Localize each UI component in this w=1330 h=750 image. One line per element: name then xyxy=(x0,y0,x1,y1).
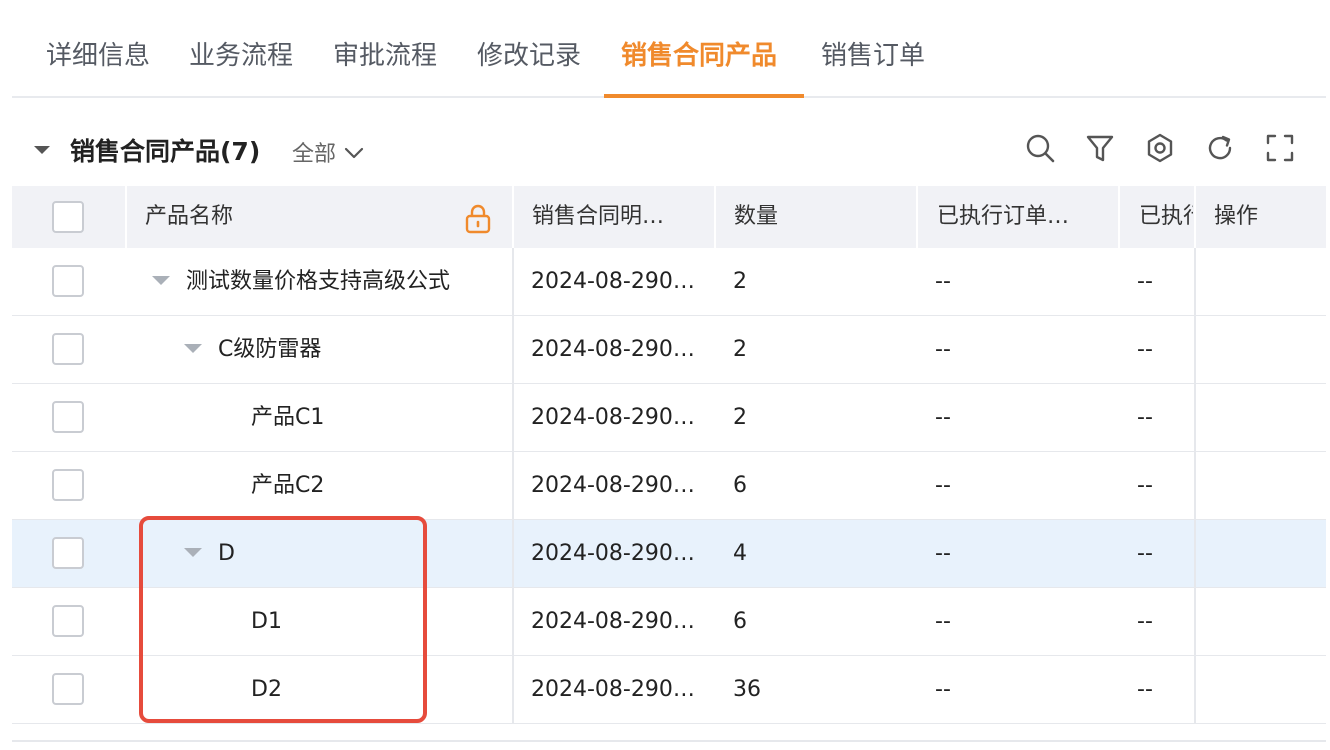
quantity-cell: 2 xyxy=(733,269,747,294)
contract-detail-cell: 2024-08-290… xyxy=(531,677,695,702)
column-separator xyxy=(916,186,918,248)
column-divider xyxy=(512,248,514,724)
table-row-selected[interactable]: D 2024-08-290… 4 -- -- xyxy=(12,520,1326,588)
executed-short-cell: -- xyxy=(1137,541,1153,566)
tab-details[interactable]: 详细信息 xyxy=(46,0,150,96)
executed-short-cell: -- xyxy=(1137,609,1153,634)
table-row[interactable]: C级防雷器 2024-08-290… 2 -- -- xyxy=(12,316,1326,384)
contract-detail-cell: 2024-08-290… xyxy=(531,541,695,566)
tab-approval-process[interactable]: 审批流程 xyxy=(333,0,437,96)
filter-icon[interactable] xyxy=(1084,132,1116,164)
quantity-cell: 4 xyxy=(733,541,747,566)
search-icon[interactable] xyxy=(1024,132,1056,164)
contract-detail-cell: 2024-08-290… xyxy=(531,269,695,294)
row-checkbox[interactable] xyxy=(52,265,84,297)
product-name: D xyxy=(218,541,235,566)
quantity-cell: 6 xyxy=(733,609,747,634)
executed-order-cell: -- xyxy=(935,269,951,294)
filter-select-value: 全部 xyxy=(292,142,337,167)
executed-short-cell: -- xyxy=(1137,269,1153,294)
column-separator xyxy=(1118,186,1120,248)
chevron-down-icon xyxy=(344,140,364,165)
row-checkbox[interactable] xyxy=(52,537,84,569)
table-row[interactable]: D2 2024-08-290… 36 -- -- xyxy=(12,656,1326,724)
table-row[interactable]: 产品C2 2024-08-290… 6 -- -- xyxy=(12,452,1326,520)
product-name: C级防雷器 xyxy=(218,337,322,362)
contract-detail-cell: 2024-08-290… xyxy=(531,405,695,430)
header-contract-detail[interactable]: 销售合同明… xyxy=(532,186,712,248)
executed-short-cell: -- xyxy=(1137,405,1153,430)
product-name-cell: 产品C2 xyxy=(251,473,325,498)
refresh-icon[interactable] xyxy=(1204,132,1236,164)
product-name-cell: 测试数量价格支持高级公式 xyxy=(152,248,502,315)
quantity-cell: 6 xyxy=(733,473,747,498)
table-row[interactable]: D1 2024-08-290… 6 -- -- xyxy=(12,588,1326,656)
select-all-checkbox[interactable] xyxy=(52,201,84,233)
tab-sales-orders[interactable]: 销售订单 xyxy=(821,0,925,96)
executed-order-cell: -- xyxy=(935,337,951,362)
quantity-cell: 36 xyxy=(733,677,761,702)
tree-expand-icon[interactable] xyxy=(184,344,202,353)
quantity-cell: 2 xyxy=(733,405,747,430)
collapse-caret-icon[interactable] xyxy=(34,146,50,154)
tab-sales-contract-products[interactable]: 销售合同产品 xyxy=(621,0,777,96)
table-row[interactable]: 测试数量价格支持高级公式 2024-08-290… 2 -- -- xyxy=(12,248,1326,316)
column-separator xyxy=(714,186,716,248)
lock-icon[interactable] xyxy=(464,204,492,238)
tab-change-log[interactable]: 修改记录 xyxy=(477,0,581,96)
row-checkbox[interactable] xyxy=(52,401,84,433)
header-product-name[interactable]: 产品名称 xyxy=(145,186,445,248)
header-executed-order[interactable]: 已执行订单… xyxy=(937,186,1117,248)
executed-order-cell: -- xyxy=(935,609,951,634)
settings-icon[interactable] xyxy=(1144,132,1176,164)
fullscreen-icon[interactable] xyxy=(1264,132,1296,164)
column-separator xyxy=(1194,186,1196,248)
products-table: 产品名称 销售合同明… 数量 已执行订单… 已执行 操作 测试数量价格支持高级公… xyxy=(12,186,1326,724)
tab-bar: 详细信息 业务流程 审批流程 修改记录 销售合同产品 销售订单 xyxy=(12,0,1326,98)
product-name: 测试数量价格支持高级公式 xyxy=(186,269,451,294)
executed-short-cell: -- xyxy=(1137,473,1153,498)
filter-select[interactable]: 全部 xyxy=(292,136,364,168)
product-name-cell: D xyxy=(184,520,502,587)
executed-order-cell: -- xyxy=(935,405,951,430)
row-checkbox[interactable] xyxy=(52,605,84,637)
contract-detail-cell: 2024-08-290… xyxy=(531,473,695,498)
contract-detail-cell: 2024-08-290… xyxy=(531,337,695,362)
tree-expand-icon[interactable] xyxy=(184,548,202,557)
product-name-cell: D2 xyxy=(251,677,282,702)
column-separator xyxy=(125,186,127,248)
product-name-cell: C级防雷器 xyxy=(184,316,502,383)
header-actions: 操作 xyxy=(1214,204,1259,229)
table-header: 产品名称 销售合同明… 数量 已执行订单… 已执行 操作 xyxy=(12,186,1326,248)
section-header: 销售合同产品(7) 全部 xyxy=(12,118,1326,182)
executed-order-cell: -- xyxy=(935,677,951,702)
row-checkbox[interactable] xyxy=(52,333,84,365)
header-executed-short[interactable]: 已执行 xyxy=(1139,186,1193,248)
column-separator xyxy=(512,186,514,248)
tab-business-process[interactable]: 业务流程 xyxy=(189,0,293,96)
executed-order-cell: -- xyxy=(935,473,951,498)
column-divider xyxy=(1194,248,1196,724)
row-checkbox[interactable] xyxy=(52,673,84,705)
table-bottom-border xyxy=(12,740,1326,742)
product-name-cell: D1 xyxy=(251,609,282,634)
product-name-cell: 产品C1 xyxy=(251,405,325,430)
quantity-cell: 2 xyxy=(733,337,747,362)
executed-short-cell: -- xyxy=(1137,337,1153,362)
executed-order-cell: -- xyxy=(935,541,951,566)
tree-expand-icon[interactable] xyxy=(152,276,170,285)
contract-detail-cell: 2024-08-290… xyxy=(531,609,695,634)
section-title: 销售合同产品(7) xyxy=(70,137,261,166)
executed-short-cell: -- xyxy=(1137,677,1153,702)
table-row[interactable]: 产品C1 2024-08-290… 2 -- -- xyxy=(12,384,1326,452)
active-tab-indicator xyxy=(604,94,804,98)
row-checkbox[interactable] xyxy=(52,469,84,501)
header-quantity[interactable]: 数量 xyxy=(734,186,914,248)
